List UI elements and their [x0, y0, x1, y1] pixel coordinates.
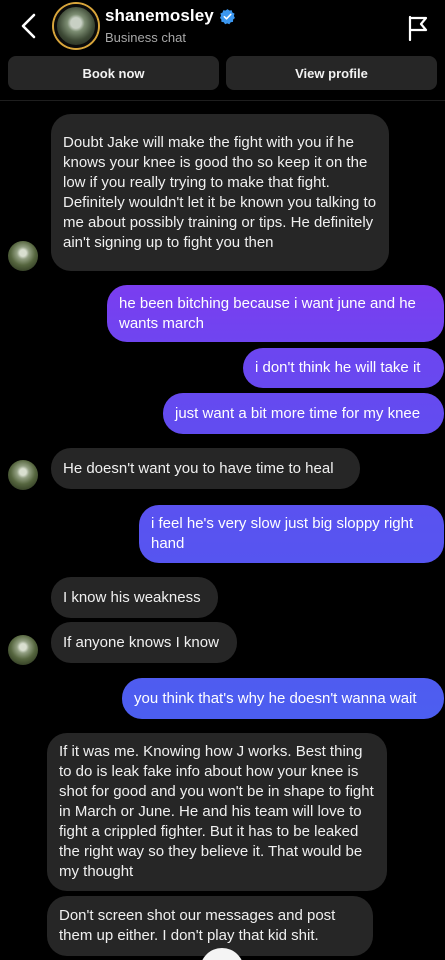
- message-bubble-incoming[interactable]: Doubt Jake will make the fight with you …: [51, 114, 389, 271]
- message-bubble-outgoing[interactable]: he been bitching because i want june and…: [107, 285, 444, 342]
- message-bubble-outgoing[interactable]: i don't think he will take it: [243, 348, 444, 388]
- report-flag-icon[interactable]: [406, 15, 430, 41]
- view-profile-button[interactable]: View profile: [226, 56, 437, 90]
- sender-avatar: [8, 241, 38, 271]
- contact-username[interactable]: shanemosley: [105, 6, 214, 26]
- book-now-button[interactable]: Book now: [8, 56, 219, 90]
- contact-subtitle: Business chat: [105, 30, 186, 45]
- message-bubble-incoming[interactable]: Don't screen shot our messages and post …: [47, 896, 373, 956]
- message-bubble-outgoing[interactable]: i feel he's very slow just big sloppy ri…: [139, 505, 444, 563]
- sender-avatar: [8, 635, 38, 665]
- verified-badge-icon: [219, 8, 235, 24]
- message-bubble-incoming[interactable]: He doesn't want you to have time to heal: [51, 448, 360, 489]
- message-bubble-incoming[interactable]: If anyone knows I know: [51, 622, 237, 663]
- contact-name-row[interactable]: shanemosley: [105, 6, 236, 26]
- message-bubble-incoming[interactable]: If it was me. Knowing how J works. Best …: [47, 733, 387, 891]
- contact-avatar[interactable]: [54, 4, 98, 48]
- business-actions: Book now View profile: [0, 56, 445, 92]
- message-bubble-incoming[interactable]: I know his weakness: [51, 577, 218, 618]
- message-bubble-outgoing[interactable]: just want a bit more time for my knee: [163, 393, 444, 434]
- chat-header: shanemosley Business chat: [0, 0, 445, 52]
- back-arrow-icon[interactable]: [14, 9, 44, 43]
- sender-avatar: [8, 460, 38, 490]
- message-bubble-outgoing[interactable]: you think that's why he doesn't wanna wa…: [122, 678, 444, 719]
- header-divider: [0, 100, 445, 101]
